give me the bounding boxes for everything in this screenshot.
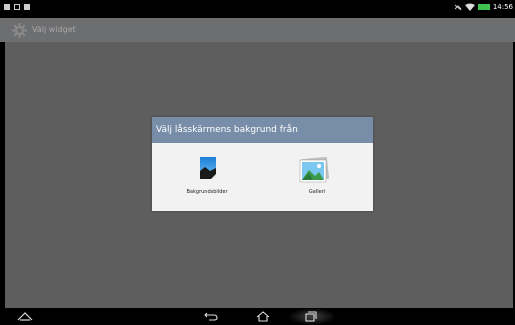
back-icon[interactable] xyxy=(204,311,218,321)
battery-icon xyxy=(477,4,490,10)
option-wallpapers-label: Bakgrundsbilder xyxy=(186,189,228,195)
recent-apps-icon[interactable] xyxy=(305,311,317,322)
home-icon[interactable] xyxy=(256,311,270,322)
status-bar: 14:56 xyxy=(0,0,515,18)
notification-image-icon xyxy=(4,4,10,10)
gear-icon[interactable] xyxy=(12,23,27,38)
option-gallery-label: Galleri xyxy=(308,189,326,195)
action-bar: Välj widget xyxy=(0,18,515,42)
option-wallpapers[interactable]: Bakgrundsbilder xyxy=(152,143,262,211)
wallpaper-source-dialog: Välj låsskärmens bakgrund från Bakgrunds… xyxy=(152,117,373,211)
wifi-icon xyxy=(464,3,475,11)
notification-photo-icon xyxy=(24,4,30,10)
wallpaper-icon xyxy=(200,157,216,179)
mute-icon xyxy=(454,4,462,11)
dialog-title: Välj låsskärmens bakgrund från xyxy=(152,117,373,143)
option-gallery[interactable]: Galleri xyxy=(262,143,372,211)
navigation-bar xyxy=(0,308,515,325)
action-bar-title: Välj widget xyxy=(32,25,76,34)
gallery-icon xyxy=(299,157,329,183)
notification-screenshot-icon xyxy=(14,4,20,10)
app-drawer-icon[interactable] xyxy=(17,311,33,321)
status-clock: 14:56 xyxy=(492,3,513,11)
